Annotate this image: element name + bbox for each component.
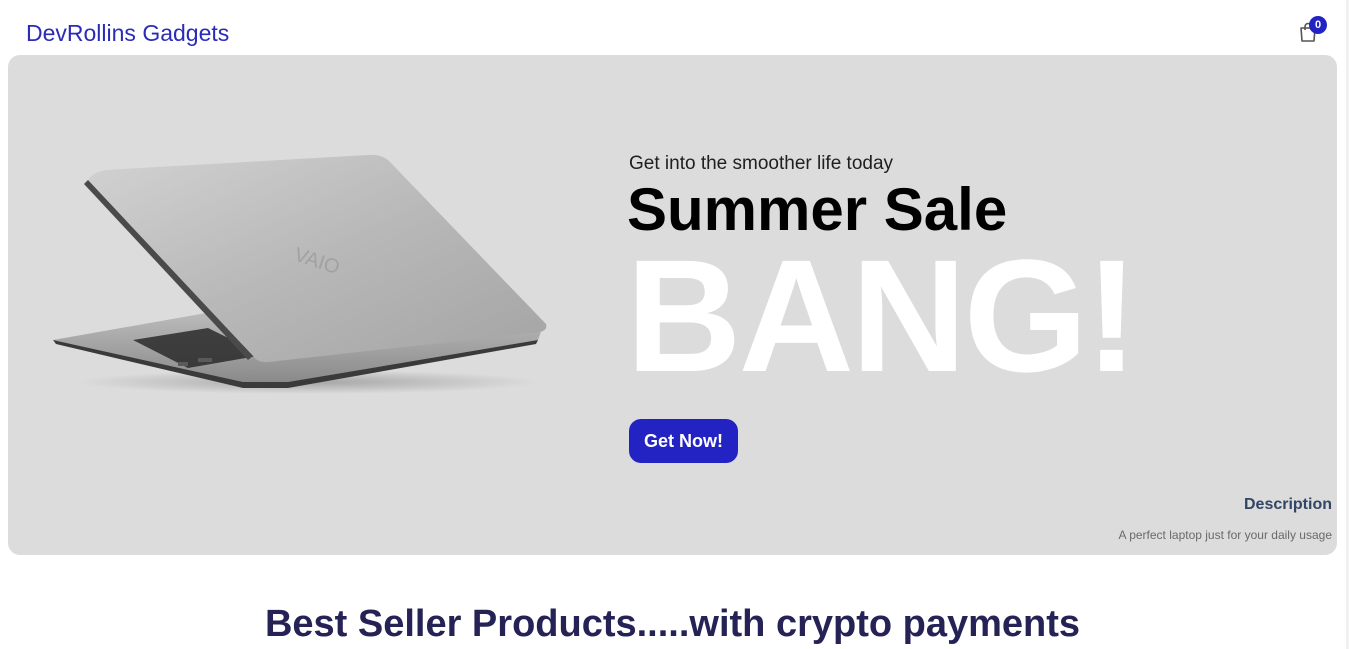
get-now-button[interactable]: Get Now! (629, 419, 738, 463)
best-seller-heading: Best Seller Products.....with crypto pay… (264, 603, 1081, 645)
hero-big-text: BANG! (626, 226, 1138, 405)
hero-tagline: Get into the smoother life today (629, 153, 894, 174)
cart-button[interactable]: 0 (1295, 16, 1329, 44)
description-text: A perfect laptop just for your daily usa… (1118, 528, 1332, 542)
hero-banner: VAIO Get into the smoother life today Su… (8, 55, 1337, 555)
cart-count-badge: 0 (1309, 16, 1327, 34)
description-label: Description (1243, 496, 1332, 513)
site-logo[interactable]: DevRollins Gadgets (26, 19, 229, 47)
laptop-image: VAIO (53, 154, 547, 394)
page: DevRollins Gadgets 0 VAIO Get into the s… (0, 0, 1349, 649)
navbar: DevRollins Gadgets 0 (0, 0, 1345, 55)
